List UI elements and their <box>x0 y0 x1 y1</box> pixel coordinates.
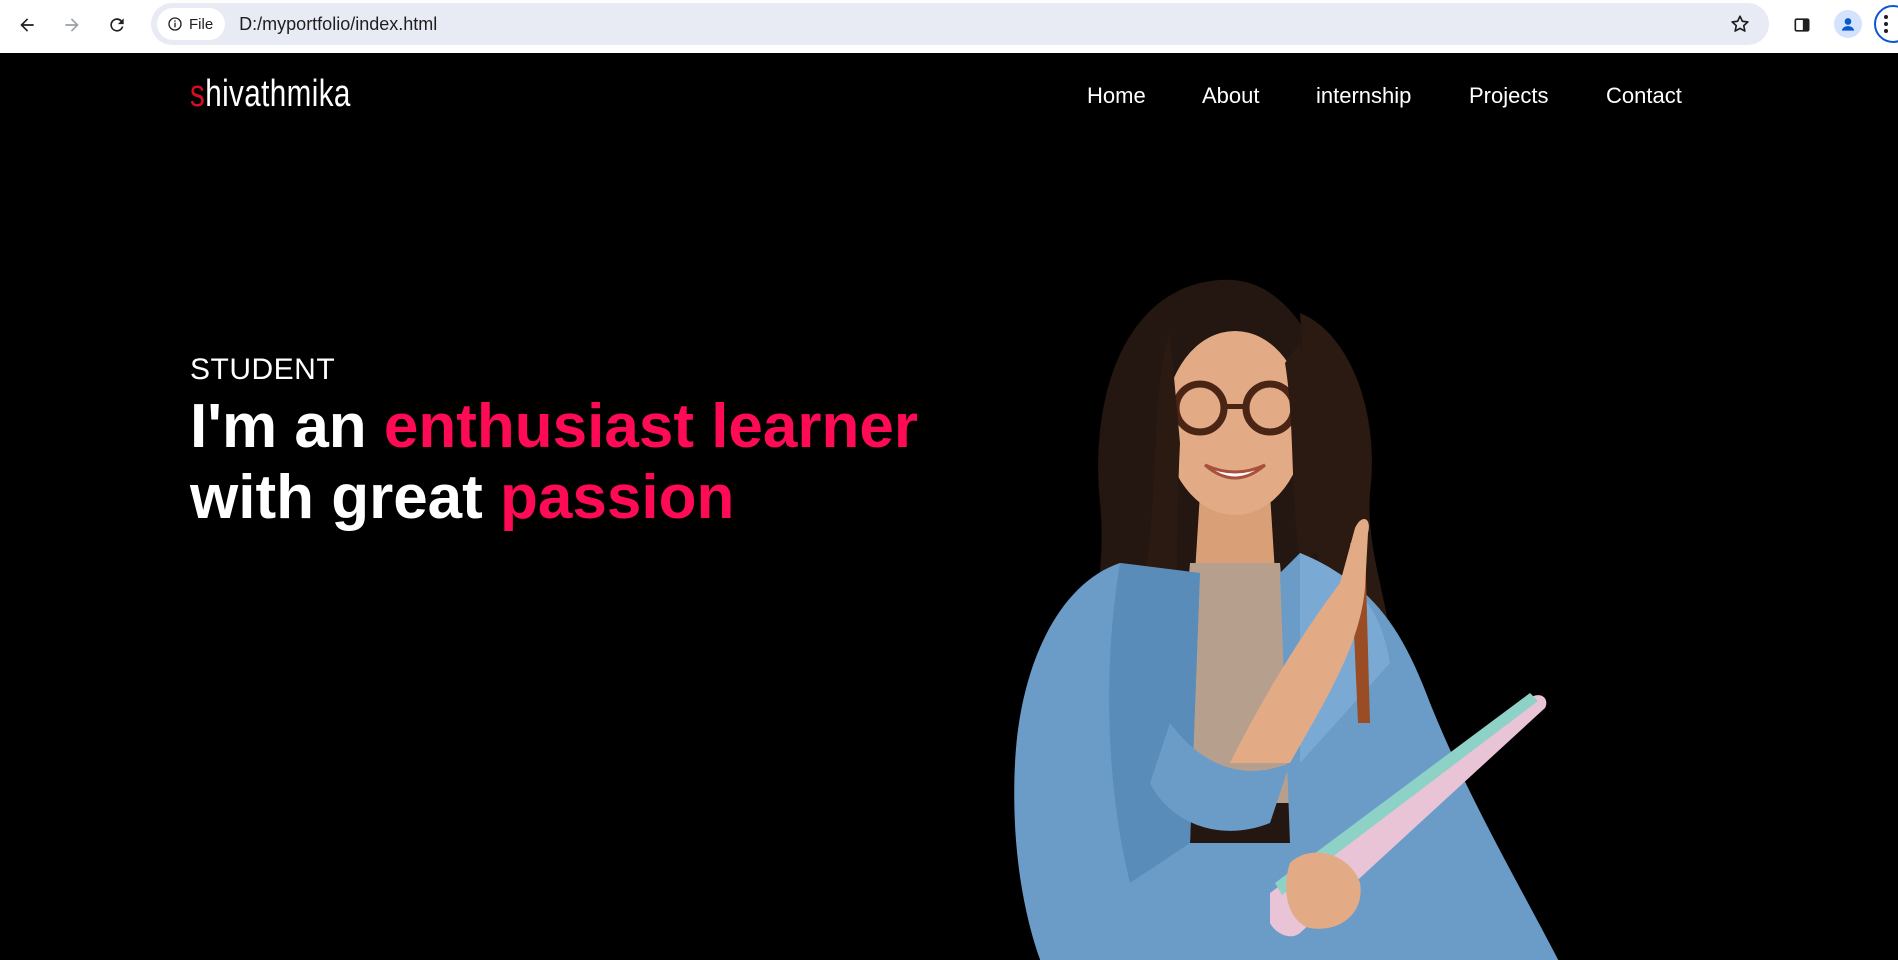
forward-arrow-icon <box>65 18 79 32</box>
nav-link-home[interactable]: Home <box>1087 83 1146 109</box>
browser-toolbar: File D:/myportfolio/index.html <box>0 0 1898 53</box>
profile-button[interactable] <box>1834 10 1862 38</box>
hero-text: STUDENT I'm an enthusiast learner with g… <box>190 353 918 533</box>
hero-line1-plain: I'm an <box>190 392 384 461</box>
nav-link-internship[interactable]: internship <box>1316 83 1411 109</box>
hero-line2-plain: with great <box>190 463 501 532</box>
more-menu-button[interactable] <box>1874 5 1898 43</box>
side-panel-button[interactable] <box>1787 10 1817 40</box>
portfolio-page: shivathmika Home About internship Projec… <box>0 53 1898 960</box>
info-icon <box>168 17 182 31</box>
forward-button[interactable] <box>57 10 87 40</box>
hero-line1-accent: enthusiast learner <box>383 392 918 461</box>
hero-student-photo <box>1014 279 1559 960</box>
nav-link-projects[interactable]: Projects <box>1469 83 1548 109</box>
url-text[interactable]: D:/myportfolio/index.html <box>239 14 437 35</box>
profile-icon <box>1841 18 1855 31</box>
site-chip-label: File <box>189 15 214 33</box>
nav-link-about[interactable]: About <box>1202 83 1260 109</box>
main-nav: Home About internship Projects Contact <box>0 83 1898 119</box>
reload-button[interactable] <box>102 10 132 40</box>
back-arrow-icon <box>20 18 34 32</box>
back-button[interactable] <box>12 10 42 40</box>
site-info-chip[interactable]: File <box>157 8 226 40</box>
address-bar[interactable]: File D:/myportfolio/index.html <box>151 3 1769 45</box>
star-icon[interactable] <box>1729 13 1751 35</box>
side-panel-icon <box>1794 18 1810 32</box>
nav-link-contact[interactable]: Contact <box>1606 83 1682 109</box>
hero-subtitle: STUDENT <box>190 353 336 386</box>
reload-icon <box>110 18 124 32</box>
more-menu-icon <box>1884 15 1888 33</box>
hero-title: I'm an enthusiast learner with great pas… <box>190 391 918 533</box>
hero-line2-accent: passion <box>500 463 735 532</box>
